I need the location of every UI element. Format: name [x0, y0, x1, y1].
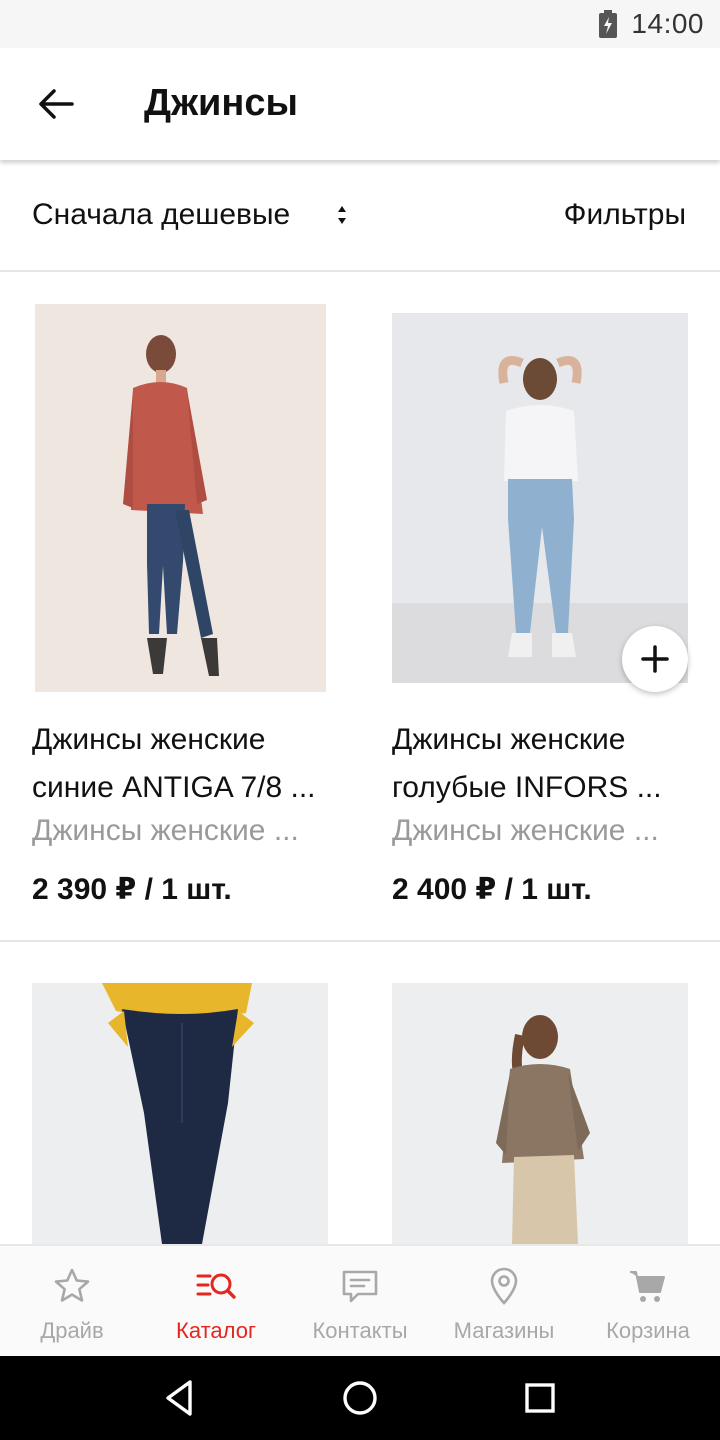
nav-item-catalog[interactable]: Каталог — [144, 1246, 288, 1358]
nav-label: Контакты — [312, 1318, 408, 1343]
product-name[interactable]: Джинсы женские синие ANTIGA 7/8 ... — [32, 716, 332, 812]
product-description: Джинсы женские ... — [392, 814, 659, 847]
star-icon — [54, 1268, 90, 1302]
page-title: Джинсы — [144, 82, 298, 124]
nav-item-contacts[interactable]: Контакты — [288, 1246, 432, 1358]
status-bar: 14:00 — [0, 0, 720, 48]
product-description: Джинсы женские ... — [32, 814, 299, 847]
product-image[interactable] — [392, 983, 688, 1244]
nav-item-cart[interactable]: Корзина — [576, 1246, 720, 1358]
nav-label: Магазины — [453, 1318, 555, 1343]
add-to-cart-button[interactable] — [622, 626, 688, 692]
catalog-search-icon — [196, 1273, 236, 1299]
product-card[interactable] — [0, 942, 360, 1244]
product-card[interactable] — [360, 942, 720, 1244]
plus-icon — [641, 645, 669, 673]
product-card[interactable]: Джинсы женские голубые INFORS ... Джинсы… — [360, 272, 720, 940]
system-recents-icon[interactable] — [518, 1376, 562, 1420]
nav-label: Корзина — [606, 1318, 690, 1343]
chat-icon — [342, 1270, 378, 1303]
app-bar: Джинсы — [0, 48, 720, 160]
nav-item-stores[interactable]: Магазины — [432, 1246, 576, 1358]
cart-icon — [630, 1271, 665, 1302]
system-back-icon[interactable] — [158, 1376, 202, 1420]
sort-arrows-icon[interactable] — [334, 204, 350, 226]
product-card[interactable]: Джинсы женские синие ANTIGA 7/8 ... Джин… — [0, 272, 360, 940]
back-button[interactable] — [28, 76, 84, 132]
filters-button[interactable]: Фильтры — [564, 198, 686, 232]
map-pin-icon — [490, 1267, 518, 1305]
product-name[interactable]: Джинсы женские голубые INFORS ... — [392, 716, 692, 812]
status-time: 14:00 — [631, 8, 704, 39]
sort-selector[interactable]: Сначала дешевые — [32, 198, 290, 232]
product-price: 2 390 ₽ / 1 шт. — [32, 873, 232, 906]
arrow-back-icon — [39, 89, 74, 119]
sort-filter-row: Сначала дешевые Фильтры — [0, 160, 720, 272]
bottom-navigation: Драйв Каталог Контакты Магазины Корзина — [0, 1244, 720, 1356]
product-image[interactable] — [32, 983, 328, 1244]
system-navigation-bar — [0, 1356, 720, 1440]
product-image[interactable] — [35, 304, 326, 692]
nav-item-drive[interactable]: Драйв — [0, 1246, 144, 1358]
nav-label: Драйв — [40, 1318, 104, 1343]
product-price: 2 400 ₽ / 1 шт. — [392, 873, 592, 906]
nav-label: Каталог — [176, 1318, 256, 1343]
battery-charging-icon — [599, 10, 617, 38]
system-home-icon[interactable] — [338, 1376, 382, 1420]
